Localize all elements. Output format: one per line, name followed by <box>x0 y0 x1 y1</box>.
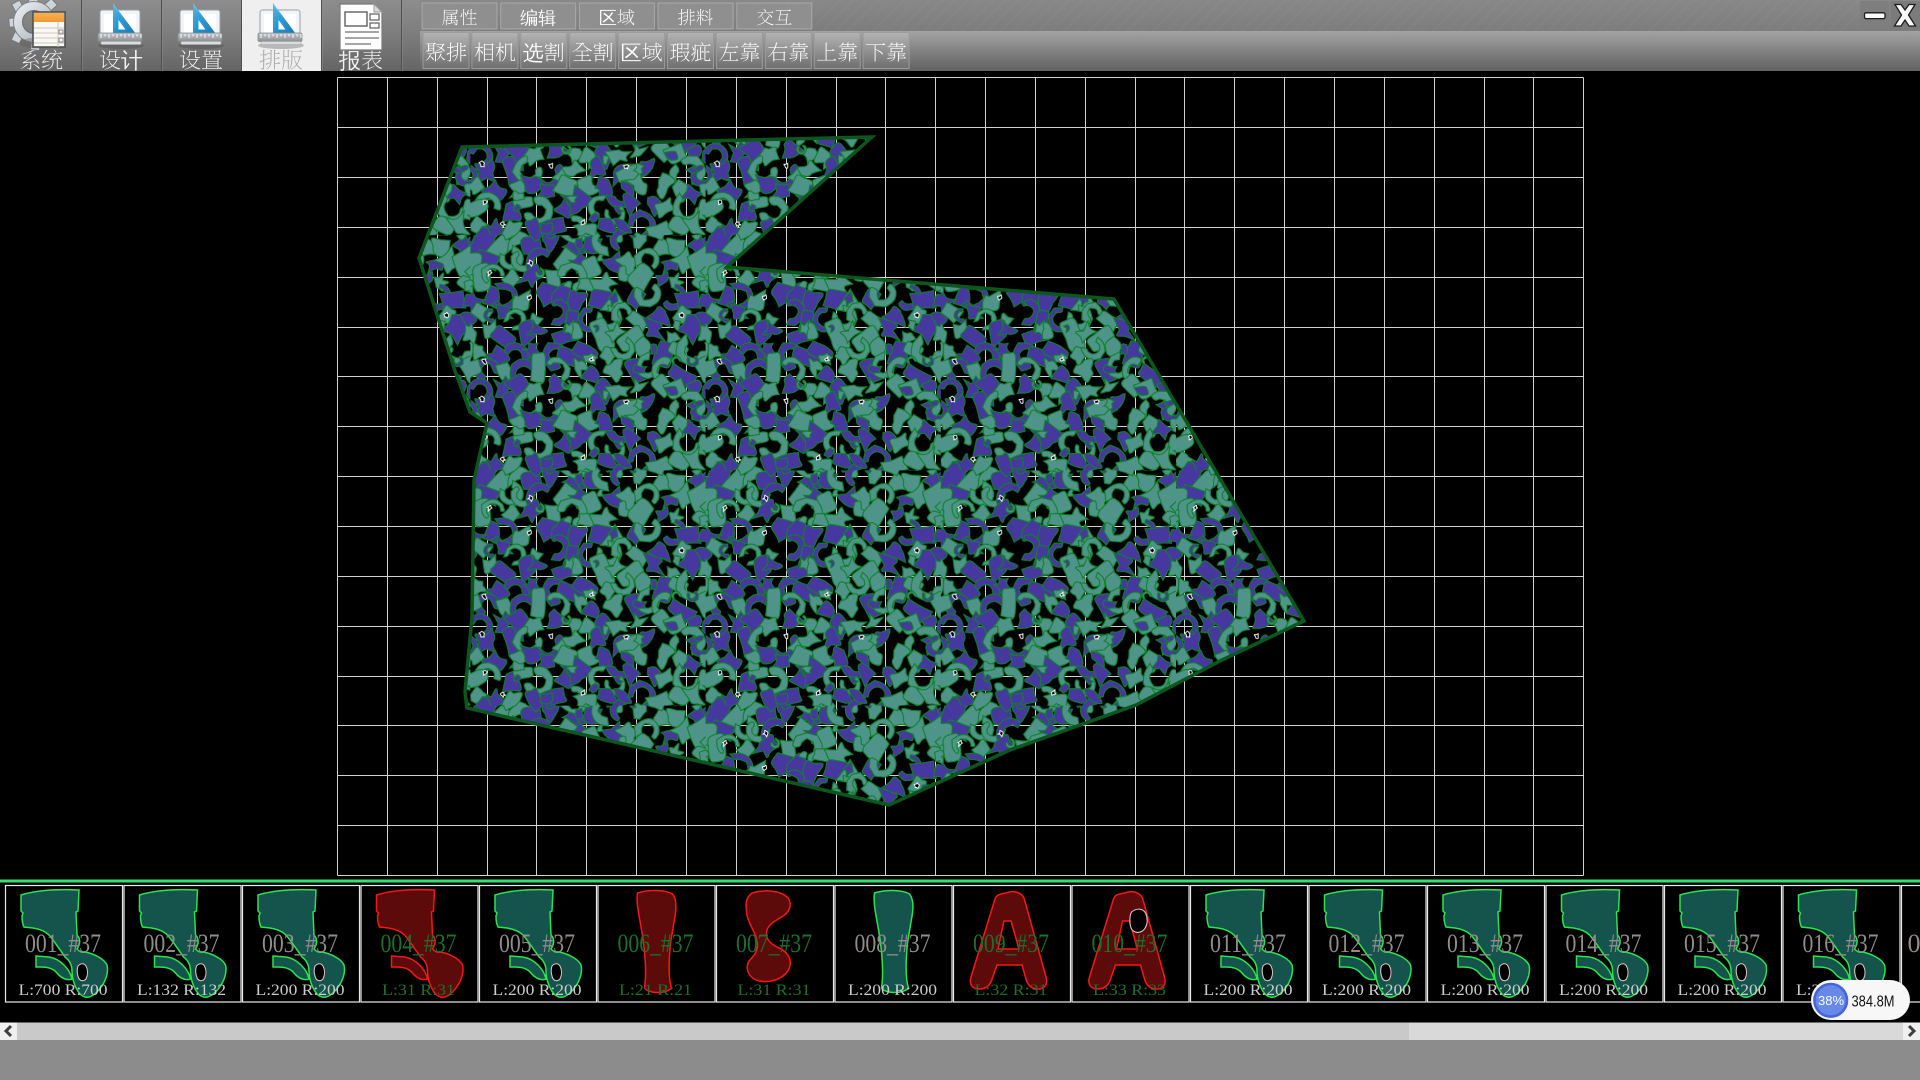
svg-text:004_#37: 004_#37 <box>381 929 457 958</box>
svg-text:L:132 R:132: L:132 R:132 <box>137 982 226 999</box>
svg-text:L:21 R:21: L:21 R:21 <box>619 982 692 999</box>
svg-text:L:200 R:200: L:200 R:200 <box>1678 982 1767 999</box>
svg-text:L:32 R:31: L:32 R:31 <box>975 982 1048 999</box>
svg-text:L:200 R:200: L:200 R:200 <box>1322 982 1411 999</box>
svg-text:011_#37: 011_#37 <box>1210 929 1286 958</box>
svg-text:L:200 R:200: L:200 R:200 <box>493 982 582 999</box>
svg-text:002_#37: 002_#37 <box>144 929 220 958</box>
svg-text:001_#37: 001_#37 <box>25 929 101 958</box>
svg-text:016_#37: 016_#37 <box>1803 929 1879 958</box>
svg-text:003_#37: 003_#37 <box>262 929 338 958</box>
svg-text:014_#37: 014_#37 <box>1566 929 1642 958</box>
svg-text:012_#37: 012_#37 <box>1329 929 1405 958</box>
svg-text:005_#37: 005_#37 <box>499 929 575 958</box>
svg-text:006_#37: 006_#37 <box>618 929 694 958</box>
svg-text:009_#37: 009_#37 <box>973 929 1049 958</box>
svg-text:L:31 R:31: L:31 R:31 <box>382 982 455 999</box>
svg-text:38%: 38% <box>1818 993 1844 1008</box>
svg-text:L:200 R:200: L:200 R:200 <box>848 982 937 999</box>
svg-text:L:200 R:200: L:200 R:200 <box>1441 982 1530 999</box>
svg-text:L:200 R:200: L:200 R:200 <box>1559 982 1648 999</box>
svg-text:007_#37: 007_#37 <box>736 929 812 958</box>
svg-text:L:200 R:200: L:200 R:200 <box>256 982 345 999</box>
svg-text:008_#37: 008_#37 <box>855 929 931 958</box>
svg-text:L:33 R:33: L:33 R:33 <box>1093 982 1166 999</box>
svg-text:0: 0 <box>1908 929 1920 958</box>
svg-text:L:31 R:31: L:31 R:31 <box>738 982 811 999</box>
svg-text:013_#37: 013_#37 <box>1447 929 1523 958</box>
svg-text:L:200 R:200: L:200 R:200 <box>1204 982 1293 999</box>
svg-text:015_#37: 015_#37 <box>1684 929 1760 958</box>
svg-text:384.8M: 384.8M <box>1852 994 1895 1011</box>
svg-text:L:700 R:700: L:700 R:700 <box>19 982 108 999</box>
svg-text:010_#37: 010_#37 <box>1092 929 1168 958</box>
